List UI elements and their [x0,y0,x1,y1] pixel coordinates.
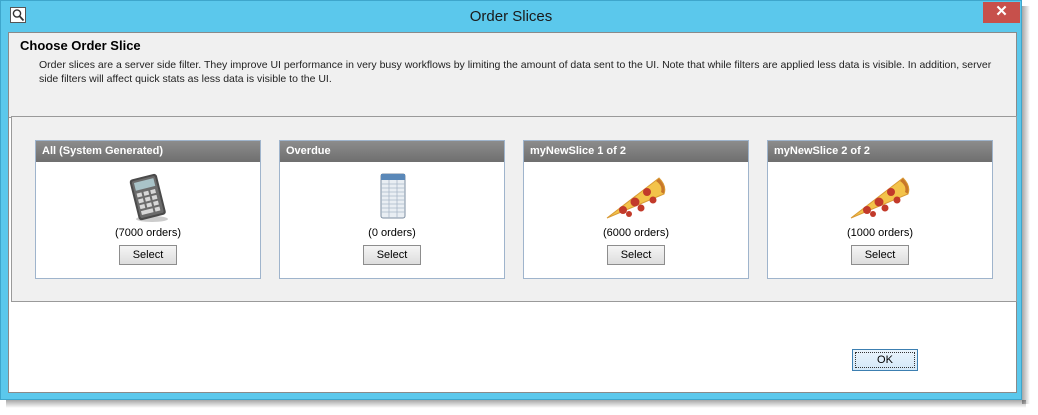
header-description: Order slices are a server side filter. T… [39,59,992,85]
slice-order-count: (1000 orders) [846,227,914,239]
slice-card-title: All (System Generated) [36,141,260,162]
title-bar[interactable]: Order Slices ✕ [1,1,1021,33]
slice-order-count: (0 orders) [368,227,416,239]
window-shadow-bottom [6,400,1026,408]
select-button-mynewslice-2[interactable]: Select [851,245,909,265]
header-title: Choose Order Slice [20,38,141,53]
window-title: Order Slices [469,8,553,25]
select-button-overdue[interactable]: Select [363,245,421,265]
slice-card-mynewslice-1: myNewSlice 1 of 2 (6000 orders) Select [523,140,749,279]
slices-panel: All (System Generated) (7000 orders) Sel… [11,116,1017,302]
select-button-mynewslice-1[interactable]: Select [607,245,665,265]
slice-card-title: Overdue [280,141,504,162]
slice-card-all: All (System Generated) (7000 orders) Sel… [35,140,261,279]
ok-button[interactable]: OK [852,349,918,371]
calculator-icon [113,172,183,224]
close-button[interactable]: ✕ [983,2,1020,23]
slice-order-count: (6000 orders) [602,227,670,239]
pizza-slice-icon [601,172,671,224]
spreadsheet-icon [357,172,427,224]
slice-order-count: (7000 orders) [114,227,182,239]
dialog-client-area: Choose Order Slice Order slices are a se… [8,32,1017,393]
slice-card-mynewslice-2: myNewSlice 2 of 2 (1000 orders) Select [767,140,993,279]
order-slices-dialog: Order Slices ✕ Choose Order Slice Order … [0,0,1022,400]
slice-card-overdue: Overdue (0 orders) Select [279,140,505,279]
pizza-slice-icon [845,172,915,224]
slice-card-title: myNewSlice 1 of 2 [524,141,748,162]
header-panel: Choose Order Slice Order slices are a se… [9,33,1016,118]
select-button-all[interactable]: Select [119,245,177,265]
window-shadow-right [1022,6,1030,404]
slice-card-title: myNewSlice 2 of 2 [768,141,992,162]
